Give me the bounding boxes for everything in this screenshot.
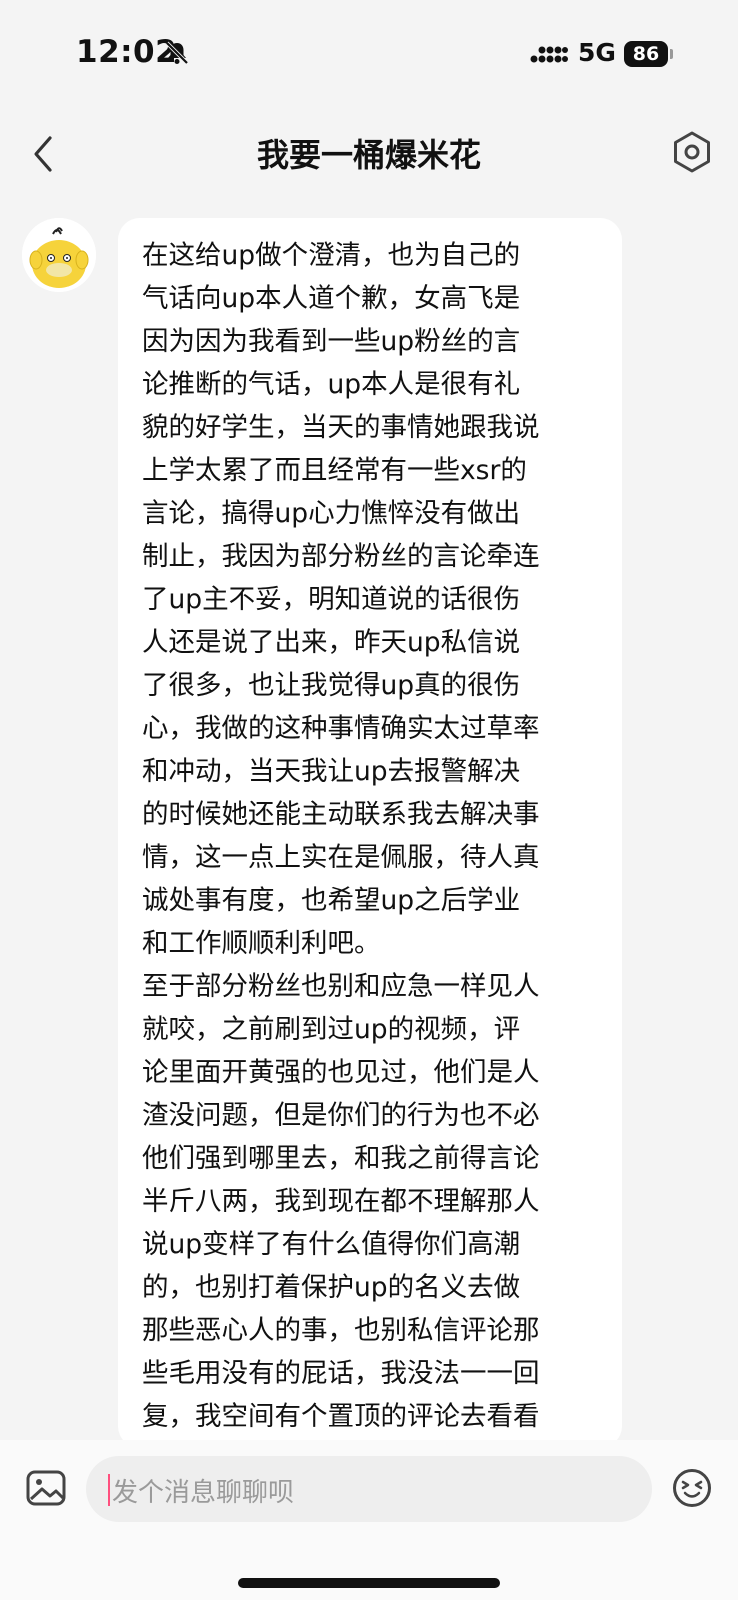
message-input[interactable]: 发个消息聊聊呗 [86,1456,652,1522]
text-caret [108,1474,110,1506]
battery-level: 86 [624,41,668,67]
message-bubble[interactable]: 在这给up做个澄清，也为自己的 气话向up本人道个歉，女高飞是 因为因为我看到一… [118,218,622,1448]
network-type: 5G [578,38,616,67]
chat-title: 我要一桶爆米花 [256,136,481,174]
status-bar: 12:02 5G 86 [0,0,738,108]
image-icon[interactable] [26,1470,66,1506]
message-text: 在这给up做个澄清，也为自己的 气话向up本人道个歉，女高飞是 因为因为我看到一… [142,240,540,1448]
yellow-duck-avatar [22,218,96,292]
bell-muted-icon [165,41,189,65]
battery-cap [670,49,673,59]
hexagon-settings-icon[interactable] [670,130,714,174]
home-indicator [238,1578,500,1588]
battery-icon: 86 [624,41,673,67]
input-placeholder: 发个消息聊聊呗 [112,1478,295,1508]
input-bar: 发个消息聊聊呗 [0,1440,738,1600]
chat-header: 我要一桶爆米花 [0,108,738,196]
emoji-icon[interactable] [672,1468,712,1508]
signal-icon [530,46,568,63]
sender-avatar[interactable] [22,218,96,292]
status-time: 12:02 [76,34,178,70]
